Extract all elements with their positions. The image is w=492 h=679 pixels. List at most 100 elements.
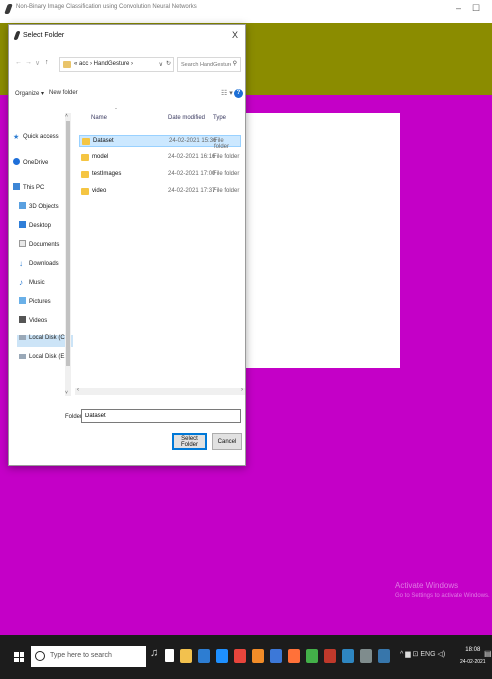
scroll-down-icon[interactable]: ˅	[65, 390, 68, 396]
breadcrumb[interactable]: « acc › HandGesture › ∨ ↻	[59, 57, 174, 72]
music-icon: ♪	[19, 278, 23, 287]
notification-icon[interactable]: ▤	[484, 649, 492, 658]
breadcrumb-path[interactable]: « acc › HandGesture ›	[74, 61, 133, 67]
drive-icon	[19, 354, 26, 359]
minimize-button[interactable]: –	[456, 3, 461, 13]
file-explorer-icon[interactable]	[180, 649, 192, 663]
nav-item-label: 3D Objects	[29, 204, 59, 210]
windows-start-icon[interactable]	[14, 652, 24, 662]
maximize-button[interactable]: ☐	[472, 3, 480, 14]
task-view-icon[interactable]	[165, 649, 174, 662]
forward-arrow-icon[interactable]: →	[25, 59, 32, 66]
file-date: 24-02-2021 15:36	[169, 138, 217, 144]
help-icon[interactable]: ?	[234, 89, 243, 98]
app-icon[interactable]	[324, 649, 336, 663]
address-bar: ← → ∨ ↑ « acc › HandGesture › ∨ ↻ ⚲	[9, 57, 245, 73]
search-input[interactable]	[181, 60, 231, 70]
file-date: 24-02-2021 17:37	[168, 188, 216, 194]
app-titlebar: Non-Binary Image Classification using Co…	[0, 0, 492, 23]
file-name: testImages	[92, 171, 122, 177]
file-type: File folder	[214, 138, 230, 150]
taskbar-search-placeholder[interactable]: Type here to search	[50, 652, 112, 659]
organize-button[interactable]: Organize ▾	[15, 90, 44, 97]
new-folder-button[interactable]: New folder	[49, 90, 78, 96]
scroll-up-icon[interactable]: ˄	[65, 113, 68, 119]
nav-item-desktop[interactable]: Desktop	[19, 221, 51, 233]
nav-item-documents[interactable]: Documents	[19, 240, 59, 252]
file-row[interactable]: video 24-02-2021 17:37 File folder	[79, 186, 241, 198]
edge-icon[interactable]	[216, 649, 228, 663]
vlc-icon[interactable]	[252, 649, 264, 663]
recent-locations-icon[interactable]: ∨	[35, 59, 40, 67]
nav-item-label: OneDrive	[23, 160, 49, 166]
nav-scrollbar[interactable]: ˄ ˅	[65, 113, 71, 396]
store-icon[interactable]	[198, 649, 210, 663]
file-type: File folder	[213, 188, 240, 194]
dialog-close-button[interactable]: X	[232, 30, 238, 40]
taskbar: Type here to search ♫ ^ ▆ ⊡ ENG ◁) 18:08…	[0, 635, 492, 679]
scroll-left-icon[interactable]: ‹	[77, 387, 79, 393]
nav-item-onedrive[interactable]: OneDrive	[13, 158, 48, 170]
dialog-toolbar: Organize ▾ New folder ☷ ▾ ?	[9, 88, 245, 102]
document-icon	[19, 240, 26, 247]
nav-item-3d-objects[interactable]: 3D Objects	[19, 202, 59, 214]
select-folder-dialog: Select Folder X ← → ∨ ↑ « acc › HandGest…	[8, 24, 246, 466]
back-arrow-icon[interactable]: ←	[15, 59, 22, 66]
chevron-down-icon[interactable]: ∨	[159, 61, 163, 68]
nav-item-label: Videos	[29, 318, 48, 324]
microphone-icon[interactable]: ♫	[150, 647, 158, 659]
nav-item-local-disk-e[interactable]: Local Disk (E:)	[19, 354, 68, 366]
nav-item-quick-access[interactable]: ★ Quick access	[13, 133, 59, 145]
star-icon: ★	[13, 134, 20, 141]
nav-item-label: Desktop	[29, 223, 52, 229]
refresh-icon[interactable]: ↻	[166, 60, 171, 67]
nav-item-label: Documents	[29, 242, 60, 248]
view-options-icon[interactable]: ☷ ▾	[221, 89, 233, 97]
app2-icon[interactable]	[342, 649, 354, 663]
nav-item-pictures[interactable]: Pictures	[19, 297, 51, 309]
taskbar-clock[interactable]: 18:08 24-02-2021	[460, 644, 486, 668]
python-icon[interactable]	[378, 649, 390, 663]
file-row[interactable]: testImages 24-02-2021 17:00 File folder	[79, 169, 241, 181]
select-folder-button[interactable]: Select Folder	[172, 433, 207, 450]
nav-item-label: Downloads	[29, 261, 59, 267]
column-header-type[interactable]: Type	[213, 115, 226, 121]
firefox-icon[interactable]	[288, 649, 300, 663]
mail-icon[interactable]	[270, 649, 282, 663]
file-list: ˆ Name Date modified Type Dataset 24-02-…	[75, 109, 245, 388]
watermark-line2: Go to Settings to activate Windows.	[395, 593, 490, 599]
activate-windows-watermark: Activate Windows Go to Settings to activ…	[395, 581, 490, 599]
file-type: File folder	[213, 171, 240, 177]
app3-icon[interactable]	[360, 649, 372, 663]
column-header-date[interactable]: Date modified	[168, 115, 205, 121]
search-box[interactable]: ⚲	[177, 57, 241, 72]
anaconda-icon[interactable]	[306, 649, 318, 663]
file-list-hscrollbar[interactable]: ‹ ›	[75, 387, 245, 395]
folder-name-field[interactable]	[81, 409, 241, 423]
cloud-icon	[13, 158, 20, 165]
chrome-icon[interactable]	[234, 649, 246, 663]
up-arrow-icon[interactable]: ↑	[45, 59, 49, 66]
nav-item-this-pc[interactable]: This PC	[13, 183, 44, 195]
nav-item-music[interactable]: ♪ Music	[19, 278, 45, 290]
column-header-name[interactable]: Name	[91, 115, 107, 121]
file-row[interactable]: Dataset 24-02-2021 15:36 File folder	[79, 135, 241, 150]
system-tray[interactable]: ^ ▆ ⊡ ENG ◁)	[400, 650, 445, 658]
sort-caret-icon: ˆ	[115, 109, 117, 115]
cancel-button[interactable]: Cancel	[212, 433, 242, 450]
file-row[interactable]: model 24-02-2021 16:16 File folder	[79, 152, 241, 164]
taskbar-search[interactable]: Type here to search	[31, 646, 146, 667]
scroll-right-icon[interactable]: ›	[241, 387, 243, 393]
folder-icon	[82, 138, 90, 145]
video-icon	[19, 316, 26, 323]
navigation-pane: ★ Quick access OneDrive This PC 3D Object…	[9, 113, 73, 396]
pc-icon	[13, 183, 20, 190]
clock-time: 18:08	[465, 647, 481, 653]
nav-item-downloads[interactable]: ↓ Downloads	[19, 259, 59, 271]
folder-icon	[63, 61, 71, 68]
scrollbar-thumb[interactable]	[66, 121, 70, 366]
app-title: Non-Binary Image Classification using Co…	[16, 4, 197, 10]
nav-item-label: Local Disk (C:)	[29, 335, 69, 341]
nav-item-label: Music	[29, 280, 45, 286]
nav-item-videos[interactable]: Videos	[19, 316, 47, 328]
